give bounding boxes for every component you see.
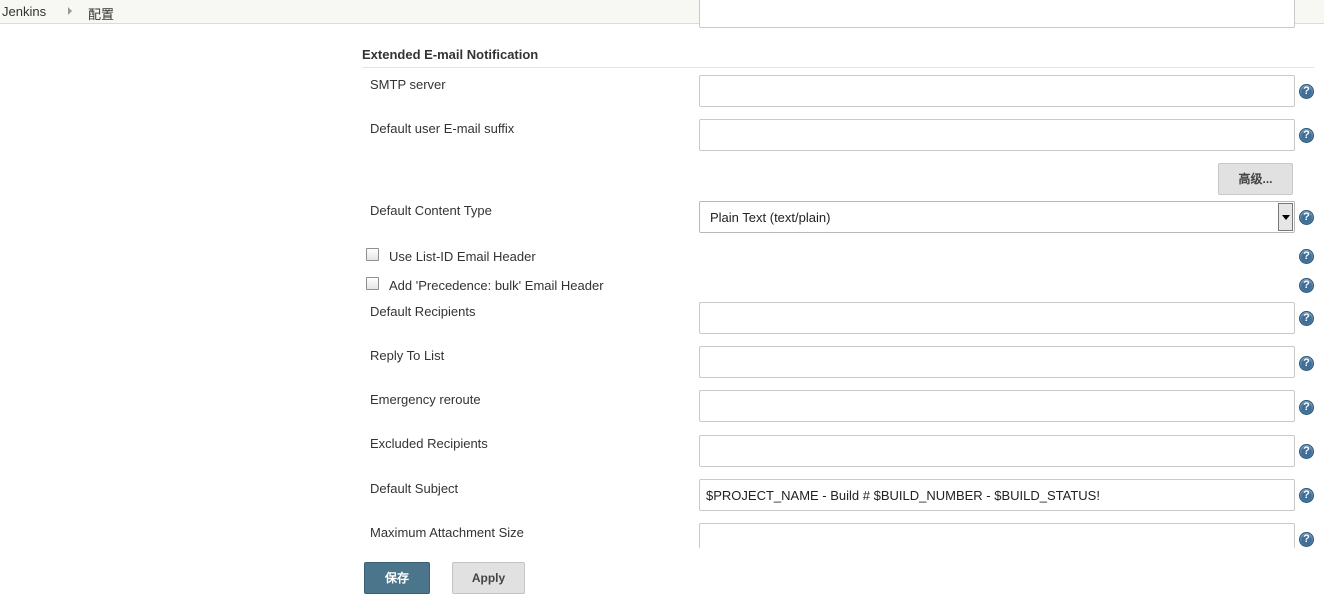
help-icon[interactable]: ? xyxy=(1299,249,1314,264)
max-attachment-label: Maximum Attachment Size xyxy=(370,525,524,540)
email-suffix-label: Default user E-mail suffix xyxy=(370,121,515,136)
list-id-label[interactable]: Use List-ID Email Header xyxy=(389,249,536,264)
reply-to-input[interactable] xyxy=(699,346,1295,378)
email-suffix-input[interactable] xyxy=(699,119,1295,151)
content-type-label: Default Content Type xyxy=(370,203,492,218)
help-icon[interactable]: ? xyxy=(1299,278,1314,293)
help-icon[interactable]: ? xyxy=(1299,444,1314,459)
help-icon[interactable]: ? xyxy=(1299,356,1314,371)
apply-button[interactable]: Apply xyxy=(452,562,525,594)
list-id-checkbox[interactable] xyxy=(366,248,379,261)
config-form: Extended E-mail Notification SMTP server… xyxy=(0,0,1324,548)
emergency-reroute-input[interactable] xyxy=(699,390,1295,422)
help-icon[interactable]: ? xyxy=(1299,210,1314,225)
help-icon[interactable]: ? xyxy=(1299,532,1314,547)
excluded-recipients-input[interactable] xyxy=(699,435,1295,467)
excluded-recipients-label: Excluded Recipients xyxy=(370,436,488,451)
help-icon[interactable]: ? xyxy=(1299,311,1314,326)
section-divider xyxy=(362,67,1314,68)
precedence-checkbox[interactable] xyxy=(366,277,379,290)
smtp-server-label: SMTP server xyxy=(370,77,446,92)
content-type-value: Plain Text (text/plain) xyxy=(710,210,831,225)
default-recipients-input[interactable] xyxy=(699,302,1295,334)
previous-field[interactable] xyxy=(699,0,1295,28)
save-button[interactable]: 保存 xyxy=(364,562,430,594)
max-attachment-input[interactable] xyxy=(699,523,1295,548)
default-recipients-label: Default Recipients xyxy=(370,304,476,319)
smtp-server-input[interactable] xyxy=(699,75,1295,107)
section-title: Extended E-mail Notification xyxy=(362,47,539,62)
default-subject-input[interactable] xyxy=(699,479,1295,511)
precedence-label[interactable]: Add 'Precedence: bulk' Email Header xyxy=(389,278,604,293)
chevron-down-icon[interactable] xyxy=(1278,203,1293,231)
help-icon[interactable]: ? xyxy=(1299,128,1314,143)
reply-to-label: Reply To List xyxy=(370,348,445,363)
help-icon[interactable]: ? xyxy=(1299,84,1314,99)
content-type-select[interactable]: Plain Text (text/plain) xyxy=(699,201,1295,233)
emergency-reroute-label: Emergency reroute xyxy=(370,392,481,407)
help-icon[interactable]: ? xyxy=(1299,488,1314,503)
default-subject-label: Default Subject xyxy=(370,481,459,496)
help-icon[interactable]: ? xyxy=(1299,400,1314,415)
advanced-button[interactable]: 高级... xyxy=(1218,163,1293,195)
